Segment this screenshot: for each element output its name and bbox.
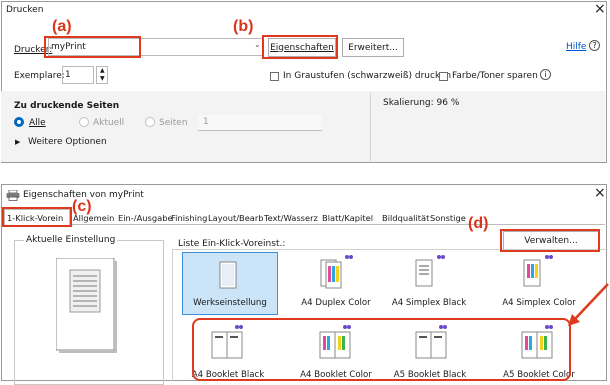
tab-image-quality[interactable]: Bildqualität <box>382 213 429 223</box>
annotation-arrow-icon <box>568 283 609 326</box>
printer-icon <box>6 189 20 201</box>
arrow-up-icon[interactable]: ▲ <box>100 67 105 74</box>
annotation-a: (a) <box>52 18 72 35</box>
scaling-label: Skalierung: 96 % <box>383 98 460 108</box>
preset-label[interactable]: A4 Simplex Black <box>386 298 472 308</box>
current-setting-label: Aktuelle Einstellung <box>24 235 118 245</box>
chevron-down-icon: ⌄ <box>254 40 261 49</box>
arrow-down-icon[interactable]: ▼ <box>100 75 105 82</box>
pages-input[interactable]: 1 <box>198 115 322 131</box>
annotation-c: (c) <box>72 198 92 215</box>
current-setting-preview <box>55 257 118 354</box>
preset-duplex-color-icon[interactable] <box>318 254 354 290</box>
more-options-link[interactable]: Weitere Optionen <box>28 137 107 147</box>
preset-label[interactable]: A4 Duplex Color <box>292 298 380 308</box>
tab-input-output[interactable]: Ein-/Ausgabe <box>118 213 173 223</box>
annotation-box-a <box>44 36 141 58</box>
help-link[interactable]: Hilfe <box>566 42 586 52</box>
annotation-box-presets <box>192 318 571 381</box>
preset-simplex-black-icon[interactable] <box>410 254 446 290</box>
preset-label[interactable]: Werkseinstellung <box>182 298 278 308</box>
help-icon[interactable]: ? <box>589 40 600 51</box>
radio-current-label: Aktuell <box>93 118 125 128</box>
print-dialog-close-icon[interactable]: × <box>594 1 606 17</box>
expand-arrow-icon[interactable]: ▶ <box>15 138 20 146</box>
tab-sheet-chapter[interactable]: Blatt/Kapitel <box>322 213 373 223</box>
annotation-b: (b) <box>233 18 254 35</box>
tab-layout[interactable]: Layout/Bearb <box>208 213 264 223</box>
radio-all-label: Alle <box>29 118 46 128</box>
annotation-box-b <box>262 35 338 59</box>
preset-simplex-color-icon[interactable] <box>518 254 554 290</box>
tab-text-watermark[interactable]: Text/Wasserz <box>264 213 318 223</box>
copies-value: 1 <box>65 70 71 80</box>
radio-pages-label: Seiten <box>159 118 188 128</box>
preset-list-label: Liste Ein-Klick-Voreinst.: <box>178 239 286 249</box>
pages-heading: Zu druckende Seiten <box>14 101 120 111</box>
tab-finishing[interactable]: Finishing <box>171 213 207 223</box>
grayscale-label: In Graustufen (schwarzweiß) drucken <box>283 71 452 81</box>
print-dialog-title: Drucken <box>6 5 44 15</box>
save-toner-checkbox[interactable] <box>439 72 448 81</box>
pages-value: 1 <box>203 117 209 127</box>
advanced-button[interactable]: Erweitert... <box>342 38 404 57</box>
properties-dialog-close-icon[interactable]: × <box>594 185 606 201</box>
annotation-box-c <box>2 207 72 227</box>
section-divider <box>370 93 371 161</box>
tabs-underline <box>2 224 605 225</box>
info-icon[interactable]: i <box>540 69 551 80</box>
copies-input[interactable]: 1 <box>62 66 94 84</box>
save-toner-label: Farbe/Toner sparen <box>452 71 538 81</box>
annotation-box-d <box>500 229 600 252</box>
radio-all[interactable] <box>14 117 24 127</box>
grayscale-checkbox[interactable] <box>270 72 279 81</box>
copies-stepper[interactable]: ▲ ▼ <box>96 66 108 84</box>
copies-label: Exemplare: <box>14 71 65 81</box>
radio-current[interactable] <box>79 117 89 127</box>
radio-pages[interactable] <box>145 117 155 127</box>
annotation-d: (d) <box>468 215 489 232</box>
page-thumbnail-icon <box>219 261 237 289</box>
tab-other[interactable]: Sonstige <box>430 213 466 223</box>
